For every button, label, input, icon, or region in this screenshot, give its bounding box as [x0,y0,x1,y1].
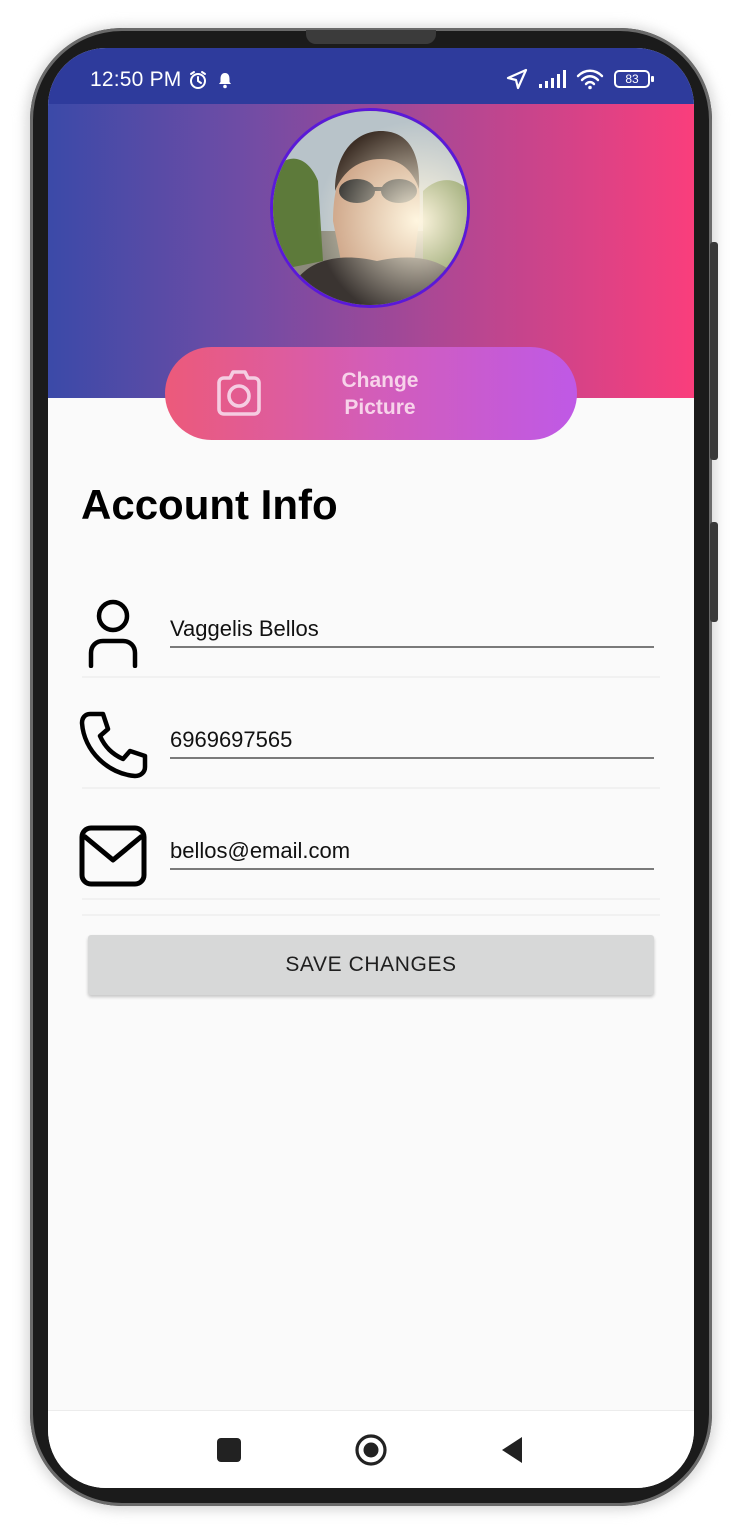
mail-icon [79,825,147,887]
page-title: Account Info [81,481,338,528]
signal-icon [539,70,566,88]
phone-row [78,699,664,789]
battery-indicator: 83 [614,70,654,88]
phone-field[interactable] [170,727,654,759]
wifi-icon [576,69,604,90]
alarm-icon [190,71,206,89]
system-nav-bar [48,1410,694,1488]
row-divider [82,676,660,678]
app-screen: 12:50 PM 83 Change Picture Account Info … [48,48,694,1488]
email-row [78,810,664,900]
status-time: 12:50 PM [90,68,182,91]
change-picture-label: Change Picture [341,369,419,419]
camera-icon [217,370,261,416]
name-field[interactable] [170,616,654,648]
profile-photo [273,111,467,305]
row-divider [82,787,660,789]
save-changes-label: SAVE CHANGES [285,953,457,976]
change-picture-button[interactable]: Change Picture [165,347,577,440]
status-right-icons: 83 [506,68,654,90]
status-bar: 12:50 PM 83 [48,48,694,104]
notification-bell-icon [219,73,231,89]
status-left-icons [188,70,234,90]
back-icon[interactable] [496,1433,530,1467]
volume-button [710,242,718,460]
phone-icon [79,711,148,779]
save-changes-button[interactable]: SAVE CHANGES [88,935,654,995]
recent-apps-icon[interactable] [212,1433,246,1467]
location-arrow-icon [506,68,528,90]
power-button [710,522,718,622]
home-icon[interactable] [354,1433,388,1467]
battery-level: 83 [625,72,639,86]
name-row [78,588,664,678]
profile-avatar [270,108,470,308]
row-divider [82,898,660,900]
person-icon [88,599,138,668]
row-divider [82,914,660,916]
email-field[interactable] [170,838,654,870]
speaker-grille [306,30,436,44]
